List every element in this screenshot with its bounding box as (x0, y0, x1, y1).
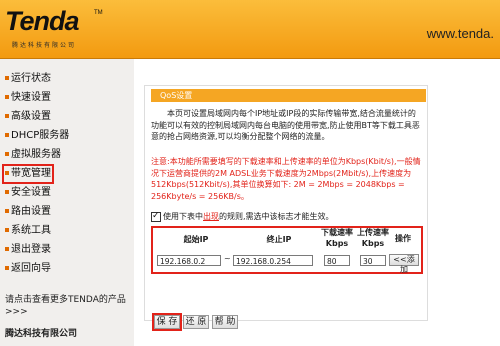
agree-link[interactable]: 出现 (203, 212, 219, 221)
save-button[interactable]: 保 存 (152, 313, 182, 331)
sidebar-item-virtual-server[interactable]: 虚拟服务器 (5, 148, 61, 162)
sidebar-item-logout[interactable]: 退出登录 (5, 243, 51, 257)
sidebar-nav: 运行状态 快速设置 高级设置 DHCP服务器 虚拟服务器 带宽管理 安全设置 路… (0, 59, 134, 346)
bullet-icon (5, 76, 9, 80)
header-end-ip: 终止IP (266, 235, 292, 244)
sidebar-item-security[interactable]: 安全设置 (5, 186, 51, 200)
bullet-icon (5, 228, 9, 232)
agree-suffix: 的规则,需选中该标志才能生效。 (219, 212, 334, 221)
header-start-ip: 起始IP (183, 235, 209, 244)
sidebar-item-routing[interactable]: 路由设置 (5, 205, 51, 219)
sidebar-item-quick-setup[interactable]: 快速设置 (5, 91, 51, 105)
help-button[interactable]: 帮 助 (212, 315, 238, 329)
header-upload: 上传速率 (357, 228, 389, 237)
bullet-icon (5, 171, 9, 175)
sidebar-item-label: 虚拟服务器 (11, 149, 61, 160)
start-ip-input[interactable]: 192.168.0.2 (157, 255, 221, 266)
sidebar-item-label: 退出登录 (11, 244, 51, 255)
bullet-icon (5, 266, 9, 270)
add-rule-button[interactable]: <<添加 (389, 254, 419, 274)
logo-wordmark: Tenda (5, 6, 80, 36)
sidebar-item-bandwidth[interactable]: 带宽管理 (2, 164, 54, 184)
header-download-unit: Kbps (325, 239, 349, 248)
ip-range-separator: ~ (224, 254, 231, 263)
logo-trademark: TM (94, 10, 103, 16)
end-ip-input[interactable]: 192.168.0.254 (233, 255, 313, 266)
enable-rules-checkbox[interactable] (151, 210, 161, 222)
sidebar-item-advanced[interactable]: 高级设置 (5, 110, 51, 124)
sidebar-item-label: 运行状态 (11, 73, 51, 84)
bullet-icon (5, 247, 9, 251)
sidebar-item-label: 系统工具 (11, 225, 51, 236)
main-content: QoS设置 本页可设置局域网内每个IP地址或IP段的实际传输带宽,结合流量统计的… (134, 59, 500, 346)
top-banner: Tenda TM 腾达科技有限公司 www.tenda. (0, 0, 500, 59)
more-products-link[interactable]: 请点击查看更多TENDA的产品>>> (5, 294, 131, 318)
sidebar-item-label: 安全设置 (11, 187, 51, 198)
sidebar-item-label: DHCP服务器 (11, 130, 70, 141)
note-text: 注意:本功能所需要填写的下载速率和上传速率的单位为Kbps(Kbit/s),一般… (151, 157, 421, 201)
sidebar-item-label: 路由设置 (11, 206, 51, 217)
sidebar-item-label: 返回向导 (11, 263, 51, 274)
header-action: 操作 (395, 234, 411, 243)
restore-button[interactable]: 还 原 (183, 315, 209, 329)
sidebar-item-dhcp[interactable]: DHCP服务器 (5, 129, 69, 143)
sidebar-item-label: 快速设置 (11, 92, 51, 103)
qos-note: 注意:本功能所需要填写的下载速率和上传速率的单位为Kbps(Kbit/s),一般… (151, 156, 423, 202)
sidebar-item-label: 带宽管理 (11, 168, 51, 179)
agree-prefix: 使用下表中 (163, 212, 203, 221)
header-upload-unit: Kbps (361, 239, 385, 248)
sidebar-item-status[interactable]: 运行状态 (5, 72, 51, 86)
download-rate-input[interactable]: 80 (324, 255, 350, 266)
site-url: www.tenda. (426, 26, 494, 41)
qos-description: 本页可设置局域网内每个IP地址或IP段的实际传输带宽,结合流量统计的功能可以有效… (151, 108, 423, 143)
sidebar-item-label: 高级设置 (11, 111, 51, 122)
panel-title: QoS设置 (160, 91, 193, 100)
header-download: 下载速率 (321, 228, 353, 237)
qos-rule-table: 起始IP 终止IP 下载速率 Kbps 上传速率 Kbps 操作 192.168… (151, 226, 423, 274)
bullet-icon (5, 114, 9, 118)
upload-rate-input[interactable]: 30 (360, 255, 386, 266)
bullet-icon (5, 152, 9, 156)
bullet-icon (5, 95, 9, 99)
description-text: 本页可设置局域网内每个IP地址或IP段的实际传输带宽,结合流量统计的功能可以有效… (151, 109, 420, 141)
tenda-logo: Tenda TM 腾达科技有限公司 (5, 6, 107, 49)
bullet-icon (5, 133, 9, 137)
company-name: 腾达科技有限公司 (5, 329, 78, 339)
enable-rules-row: 使用下表中出现的规则,需选中该标志才能生效。 (151, 210, 334, 223)
sidebar-item-wizard[interactable]: 返回向导 (5, 262, 51, 276)
sidebar-item-system-tools[interactable]: 系统工具 (5, 224, 51, 238)
bullet-icon (5, 190, 9, 194)
bullet-icon (5, 209, 9, 213)
logo-tagline: 腾达科技有限公司 (12, 42, 77, 49)
